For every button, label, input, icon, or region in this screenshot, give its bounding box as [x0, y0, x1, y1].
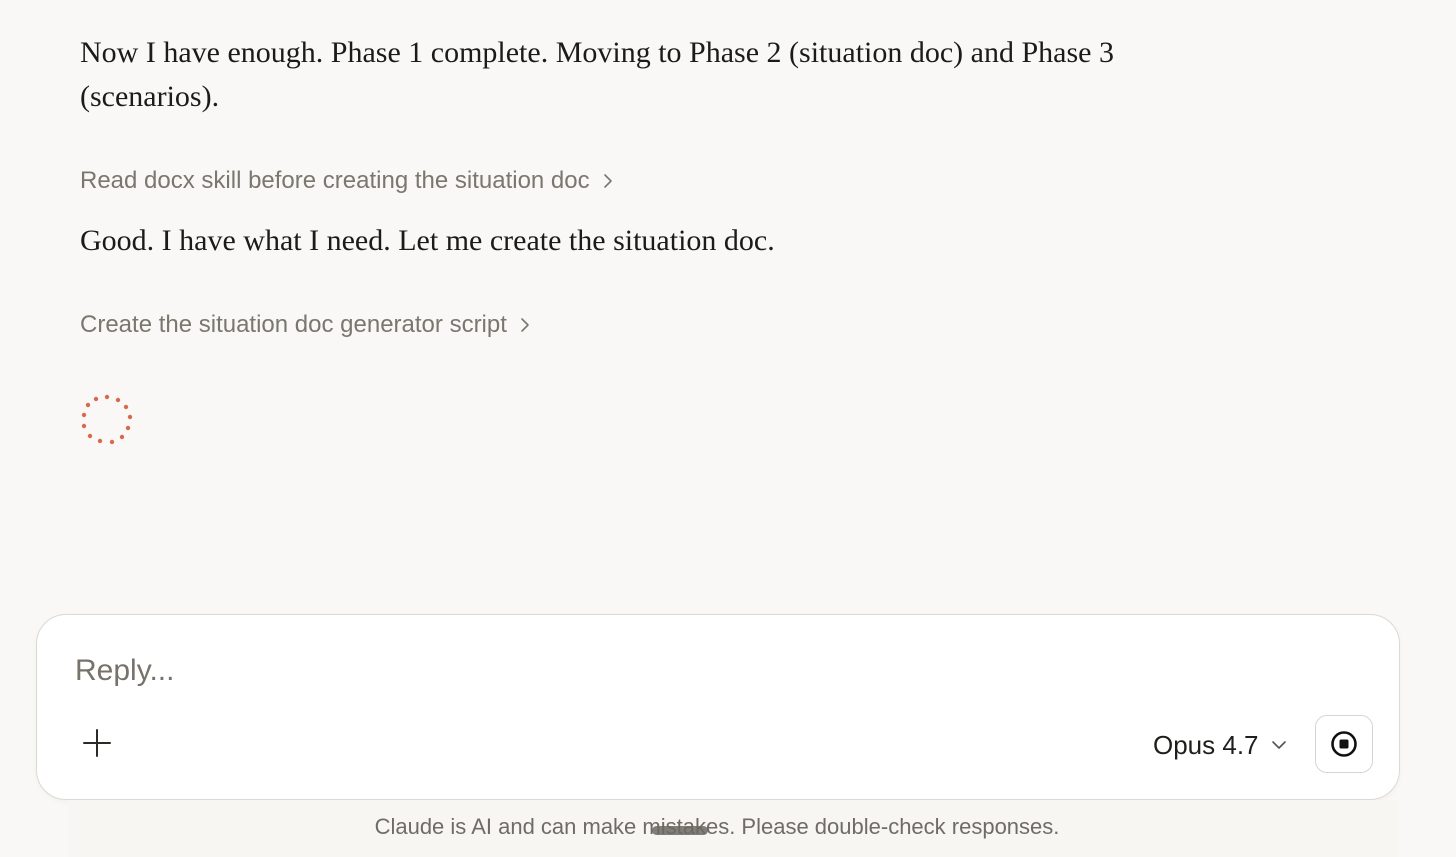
tool-step-label: Read docx skill before creating the situ… [80, 167, 590, 194]
assistant-message: Now I have enough. Phase 1 complete. Mov… [80, 36, 1114, 113]
tool-step-label: Create the situation doc generator scrip… [80, 311, 507, 338]
scroll-indicator [652, 826, 708, 835]
add-attachment-button[interactable] [77, 723, 117, 763]
assistant-message: Good. I have what I need. Let me create … [80, 224, 775, 257]
chevron-right-icon [521, 318, 529, 332]
model-selector[interactable]: Opus 4.7 [1153, 725, 1287, 765]
stop-icon [1331, 731, 1357, 757]
plus-icon [83, 729, 111, 757]
stop-button[interactable] [1315, 715, 1373, 773]
chevron-down-icon [1271, 741, 1286, 749]
loading-spinner-icon [81, 394, 133, 445]
model-label: Opus 4.7 [1153, 729, 1259, 760]
disclaimer-text: Claude is AI and can make mistakes. Plea… [374, 814, 1060, 839]
chevron-right-icon [603, 174, 612, 188]
tool-step-read-docx-skill[interactable]: Read docx skill before creating the situ… [80, 167, 616, 195]
reply-input[interactable] [75, 649, 1075, 693]
reply-composer: Opus 4.7 [36, 614, 1400, 800]
tool-step-create-generator-script[interactable]: Create the situation doc generator scrip… [80, 311, 533, 339]
